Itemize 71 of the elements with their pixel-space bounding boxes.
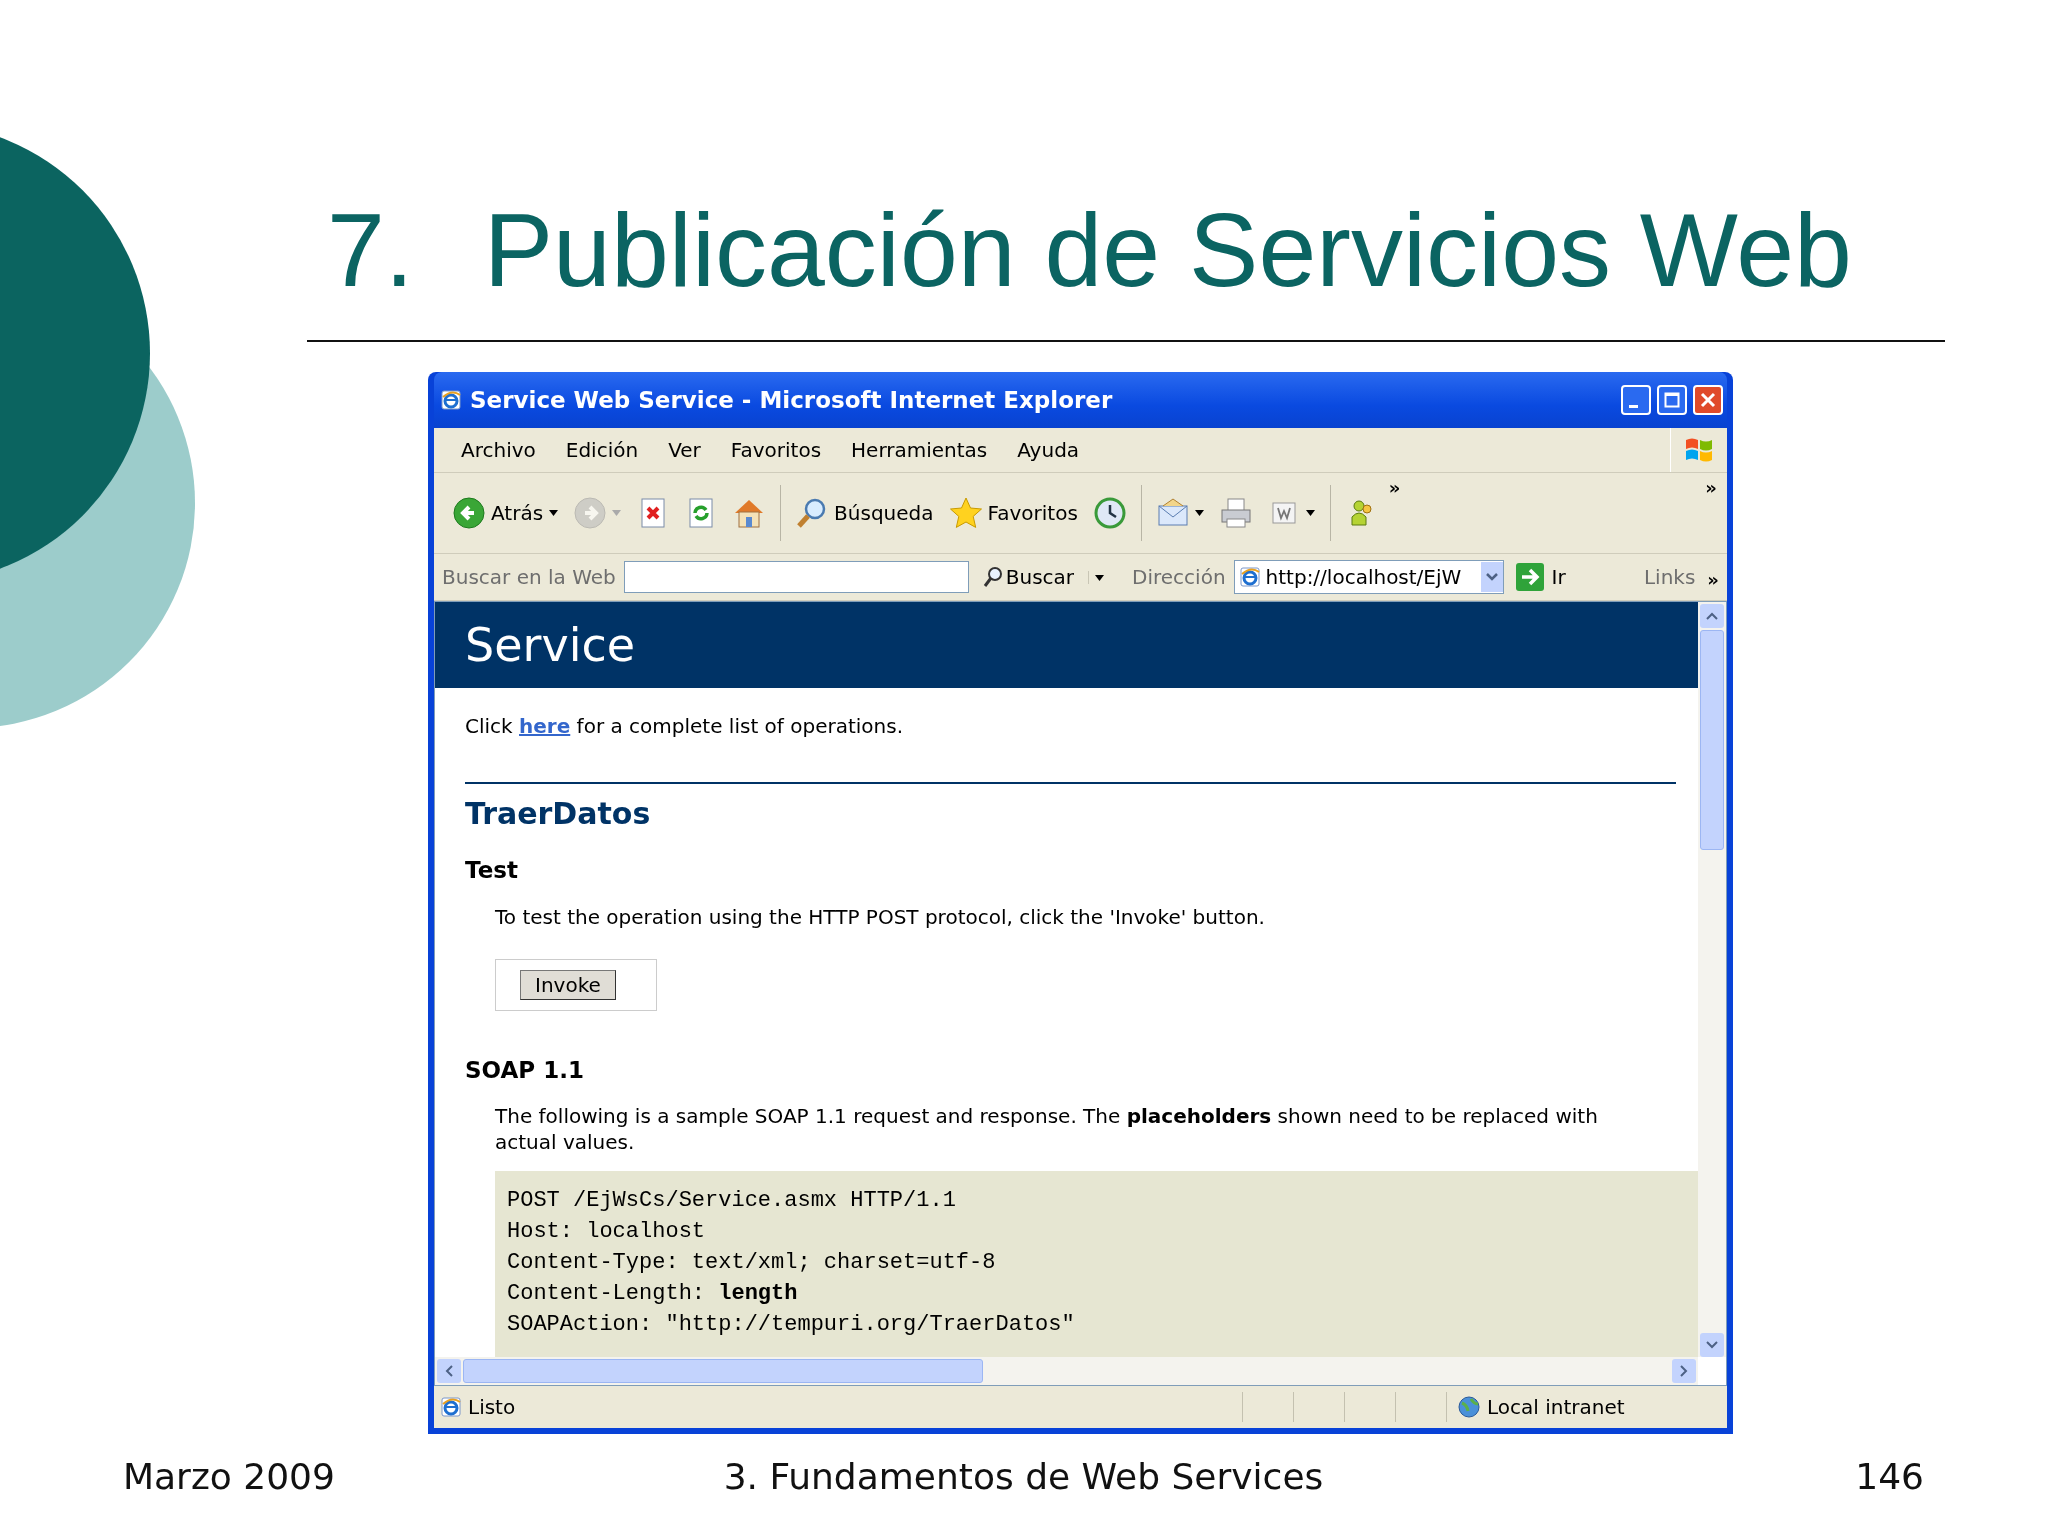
toolbar-button[interactable]: Favoritos (944, 493, 1083, 533)
scroll-right-button[interactable] (1672, 1359, 1696, 1383)
more-chevron[interactable]: » (1707, 568, 1719, 590)
page-heading: Service (435, 602, 1698, 688)
minimize-button[interactable] (1621, 385, 1651, 415)
scrollbar-thumb[interactable] (1700, 630, 1724, 850)
page-icon (440, 1396, 462, 1418)
search-icon (982, 566, 1003, 588)
code-line: Content-Type: text/xml; charset=utf-8 (507, 1249, 997, 1277)
menu-item[interactable]: Ayuda (1002, 438, 1095, 462)
scrollbar-thumb[interactable] (463, 1359, 983, 1383)
go-button[interactable]: Ir (1511, 563, 1570, 591)
address-field[interactable]: http://localhost/EjW (1233, 560, 1504, 594)
globe-icon (1457, 1395, 1481, 1419)
scroll-up-button[interactable] (1700, 604, 1724, 628)
envelope-icon (1158, 498, 1188, 526)
menu-item[interactable]: Archivo (446, 438, 551, 462)
caret-icon (1095, 574, 1105, 581)
star-icon (949, 497, 982, 528)
code-line: Content-Length: length (507, 1280, 799, 1308)
slide-title: Publicación de Servicios Web (483, 191, 1852, 310)
intro-text: Click here for a complete list of operations. (465, 714, 905, 738)
printer-icon (1221, 498, 1251, 528)
maximize-button[interactable] (1657, 385, 1687, 415)
people-icon (1351, 500, 1372, 526)
clock-icon (1094, 497, 1126, 529)
toolbar-button[interactable]: Búsqueda (791, 493, 939, 533)
footer-subject: 3. Fundamentos de Web Services (723, 1456, 1324, 1497)
house-icon (735, 500, 764, 528)
address-label: Dirección (1132, 565, 1226, 589)
window-title: Service Web Service - Microsoft Internet Explorer (470, 387, 1114, 413)
code-line: Host: localhost (507, 1218, 707, 1246)
zone-text: Local intranet (1487, 1395, 1625, 1419)
menu-item[interactable]: Edición (550, 438, 654, 462)
page-number: 146 (1855, 1456, 1924, 1497)
status-text: Listo (468, 1395, 517, 1419)
page-icon (1238, 566, 1261, 588)
caret-icon[interactable] (1485, 573, 1498, 581)
search-field[interactable] (623, 561, 969, 593)
code-line: POST /EjWsCs/Service.asmx HTTP/1.1 (507, 1187, 957, 1215)
maximize-icon (1664, 392, 1680, 408)
test-description: To test the operation using the HTTP POST protocol, click the 'Invoke' button. (495, 905, 1266, 929)
operation-name: TraerDatos (465, 796, 652, 831)
footer-date: Marzo 2009 (123, 1456, 335, 1497)
search-label: Buscar en la Web (442, 565, 616, 589)
more-chevron[interactable]: » (1388, 477, 1401, 498)
refresh-icon (689, 498, 713, 528)
minimize-icon (1629, 404, 1638, 408)
windows-logo-icon (1684, 436, 1714, 464)
close-button[interactable] (1693, 385, 1723, 415)
invoke-button[interactable]: Invoke (520, 970, 616, 1000)
menu-item[interactable]: Herramientas (836, 438, 1003, 462)
scroll-left-button[interactable] (437, 1359, 461, 1383)
search-button[interactable]: Buscar (976, 563, 1081, 591)
code-line: SOAPAction: "http://tempuri.org/TraerDatos" (507, 1311, 1076, 1339)
links-label[interactable]: Links (1643, 565, 1696, 589)
more-chevron[interactable]: » (1705, 477, 1717, 498)
section-heading: SOAP 1.1 (465, 1057, 585, 1083)
stop-icon (641, 498, 665, 528)
soap-description: The following is a sample SOAP 1.1 request and response. The placeholders shown need to be replaced with actual values. (495, 1103, 1599, 1155)
browser-icon (440, 389, 462, 411)
scroll-down-button[interactable] (1700, 1333, 1724, 1357)
search-icon (797, 498, 826, 528)
menu-item[interactable]: Ver (653, 438, 716, 462)
operations-link[interactable]: here (519, 714, 571, 738)
close-icon (1700, 392, 1716, 408)
section-heading: Test (465, 857, 519, 883)
toolbar-button[interactable]: Atrás (448, 493, 564, 533)
menu-item[interactable]: Favoritos (715, 438, 837, 462)
document-icon (1272, 502, 1296, 524)
slide-number: 7. (327, 191, 414, 310)
